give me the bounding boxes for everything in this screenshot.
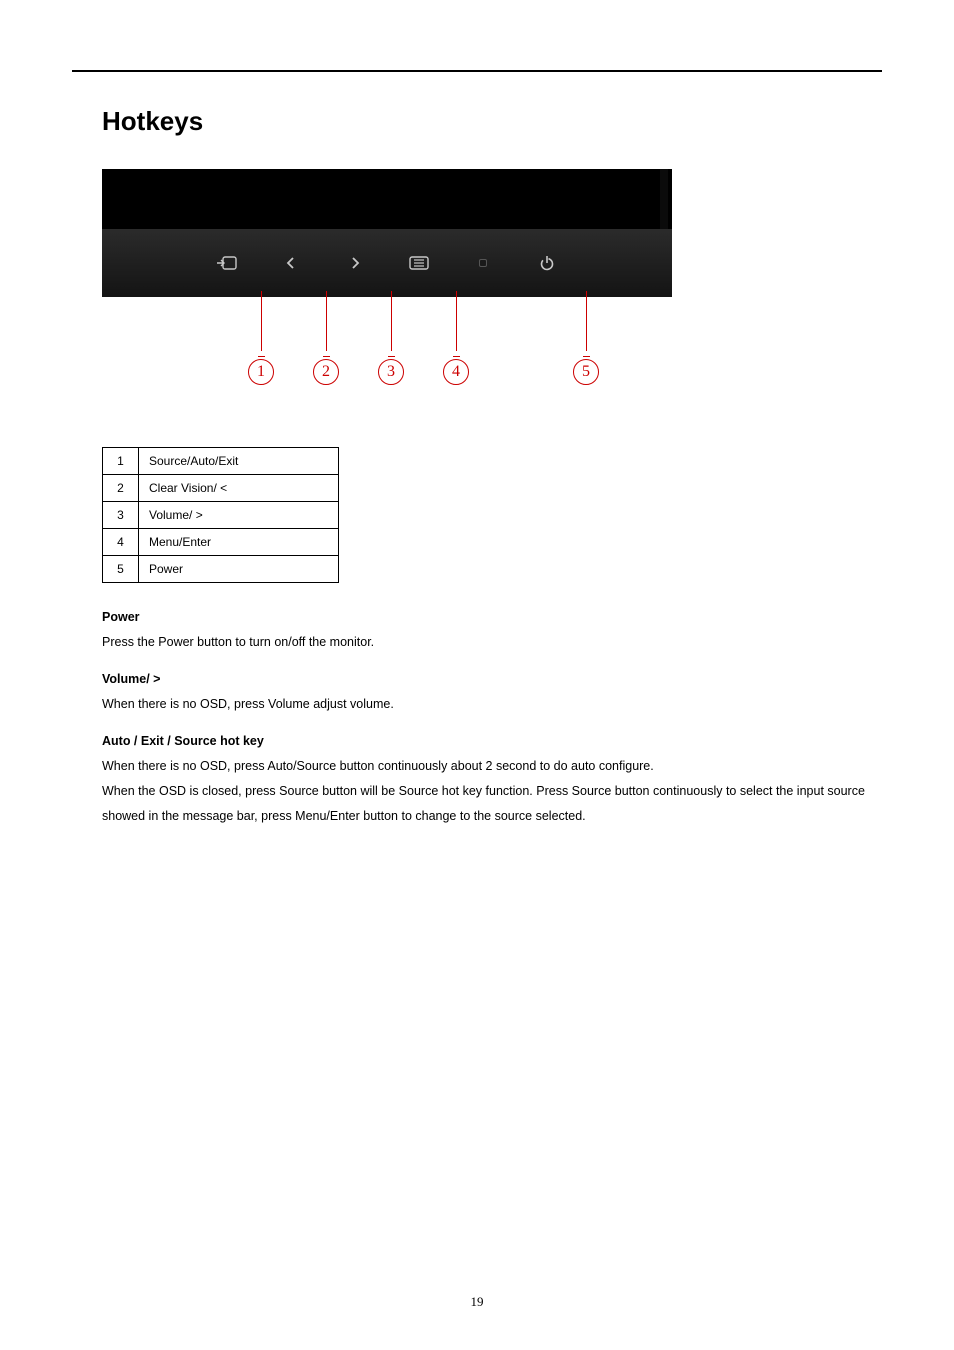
heading-volume: Volume/ > bbox=[102, 667, 882, 692]
callout-lead-4 bbox=[456, 291, 457, 351]
hotkey-table: 1 Source/Auto/Exit 2 Clear Vision/ < 3 V… bbox=[102, 447, 339, 583]
callout-number-2: 2 bbox=[313, 359, 339, 385]
paragraph-volume: When there is no OSD, press Volume adjus… bbox=[102, 697, 394, 711]
callout-number-1: 1 bbox=[248, 359, 274, 385]
monitor-bezel bbox=[102, 169, 672, 297]
left-arrow-icon bbox=[278, 250, 304, 276]
page-number: 19 bbox=[0, 1294, 954, 1310]
table-row: 4 Menu/Enter bbox=[103, 529, 339, 556]
cell-desc: Volume/ > bbox=[139, 502, 339, 529]
right-arrow-icon bbox=[342, 250, 368, 276]
cell-idx: 1 bbox=[103, 448, 139, 475]
cell-desc: Menu/Enter bbox=[139, 529, 339, 556]
callout-number-5: 5 bbox=[573, 359, 599, 385]
heading-auto: Auto / Exit / Source hot key bbox=[102, 729, 882, 754]
callout-lead-2 bbox=[326, 291, 327, 351]
table-row: 1 Source/Auto/Exit bbox=[103, 448, 339, 475]
paragraph-power: Press the Power button to turn on/off th… bbox=[102, 635, 374, 649]
table-row: 2 Clear Vision/ < bbox=[103, 475, 339, 502]
paragraph-auto-2: When the OSD is closed, press Source but… bbox=[102, 784, 865, 823]
callout-lead-1 bbox=[261, 291, 262, 351]
cell-desc: Power bbox=[139, 556, 339, 583]
cell-desc: Source/Auto/Exit bbox=[139, 448, 339, 475]
callout-number-3: 3 bbox=[378, 359, 404, 385]
page-title: Hotkeys bbox=[102, 106, 882, 137]
cell-idx: 5 bbox=[103, 556, 139, 583]
top-rule bbox=[72, 70, 882, 72]
callout-lead-5 bbox=[586, 291, 587, 351]
heading-power: Power bbox=[102, 605, 882, 630]
bezel-side bbox=[660, 169, 668, 229]
bezel-top bbox=[102, 169, 672, 229]
table-row: 3 Volume/ > bbox=[103, 502, 339, 529]
cell-idx: 4 bbox=[103, 529, 139, 556]
cell-desc: Clear Vision/ < bbox=[139, 475, 339, 502]
paragraph-auto-1: When there is no OSD, press Auto/Source … bbox=[102, 759, 654, 773]
callout-number-4: 4 bbox=[443, 359, 469, 385]
table-row: 5 Power bbox=[103, 556, 339, 583]
callout-lead-3 bbox=[391, 291, 392, 351]
cell-idx: 3 bbox=[103, 502, 139, 529]
callout-area: 1 2 3 4 5 bbox=[102, 297, 672, 417]
source-exit-icon bbox=[214, 250, 240, 276]
body-copy: Power Press the Power button to turn on/… bbox=[102, 605, 882, 829]
cell-idx: 2 bbox=[103, 475, 139, 502]
indicator-dot-icon bbox=[470, 250, 496, 276]
bezel-button-row bbox=[102, 229, 672, 297]
menu-icon bbox=[406, 250, 432, 276]
monitor-buttons-figure: 1 2 3 4 5 bbox=[102, 169, 672, 417]
power-icon bbox=[534, 250, 560, 276]
